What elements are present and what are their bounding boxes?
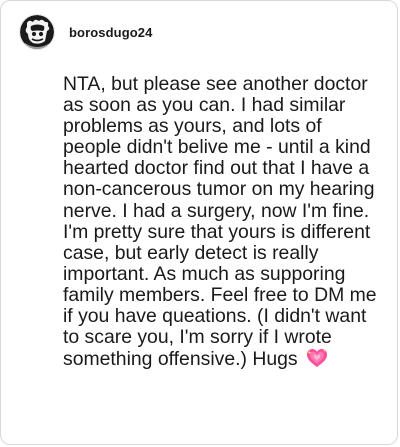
sparkling-heart-icon — [306, 348, 328, 368]
comment-body: NTA, but please see another doctor as so… — [63, 73, 379, 371]
avatar-icon — [20, 15, 54, 49]
avatar[interactable] — [19, 14, 55, 50]
comment-card: borosdugo24 NTA, but please see another … — [0, 0, 398, 445]
username[interactable]: borosdugo24 — [69, 25, 152, 40]
comment-header: borosdugo24 — [19, 13, 152, 51]
comment-text: NTA, but please see another doctor as so… — [63, 73, 377, 371]
